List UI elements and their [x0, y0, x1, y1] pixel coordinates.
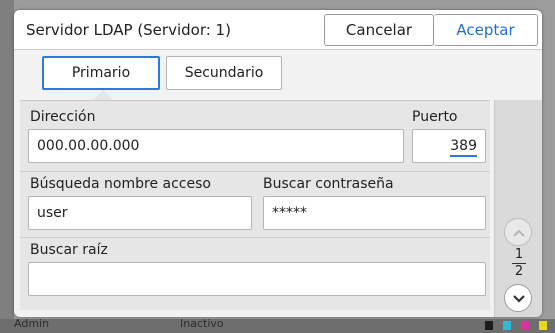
- form-content: Dirección 000.00.00.000 Puerto 389 Búsqu…: [20, 100, 490, 310]
- section-divider: [20, 237, 490, 238]
- ink-c-indicator: [503, 321, 511, 330]
- password-search-label: Buscar contraseña: [263, 176, 394, 192]
- address-field[interactable]: 000.00.00.000: [28, 129, 404, 163]
- dialog-titlebar: Servidor LDAP (Servidor: 1) Cancelar Ace…: [14, 10, 542, 50]
- login-search-label: Búsqueda nombre acceso: [30, 176, 211, 192]
- root-search-field[interactable]: [28, 262, 486, 296]
- status-state: Inactivo: [180, 317, 224, 330]
- tab-secondary[interactable]: Secundario: [166, 56, 282, 90]
- port-field[interactable]: 389: [412, 129, 486, 163]
- ink-m-indicator: [521, 321, 529, 330]
- ink-k-indicator: [485, 321, 493, 330]
- root-search-label: Buscar raíz: [30, 242, 108, 258]
- scroll-panel: 1 2: [494, 100, 542, 317]
- page-current: 1: [514, 247, 524, 262]
- background-left-strip: [0, 0, 14, 333]
- server-tabs: Primario Secundario: [42, 56, 282, 90]
- ink-levels: [485, 321, 547, 330]
- dialog-title: Servidor LDAP (Servidor: 1): [26, 21, 231, 39]
- login-search-field[interactable]: user: [28, 196, 252, 230]
- port-label: Puerto: [412, 109, 458, 125]
- port-value: 389: [450, 138, 477, 157]
- ldap-server-dialog: Servidor LDAP (Servidor: 1) Cancelar Ace…: [14, 10, 542, 317]
- address-label: Dirección: [30, 109, 96, 125]
- chevron-down-icon: [513, 295, 525, 303]
- password-search-field[interactable]: *****: [263, 196, 486, 230]
- ink-y-indicator: [539, 321, 547, 330]
- background-status-bar: Admin Inactivo: [0, 317, 555, 333]
- tab-primary[interactable]: Primario: [42, 56, 160, 90]
- section-divider: [20, 171, 490, 172]
- scroll-up-button[interactable]: [504, 218, 532, 246]
- chevron-up-icon: [513, 229, 525, 237]
- page-total: 2: [514, 264, 524, 279]
- accept-button[interactable]: Aceptar: [434, 14, 538, 46]
- page-indicator: 1 2: [495, 248, 542, 279]
- scroll-down-button[interactable]: [504, 284, 532, 312]
- cancel-button[interactable]: Cancelar: [324, 14, 434, 46]
- status-user: Admin: [14, 317, 50, 330]
- tab-pointer: [93, 90, 113, 100]
